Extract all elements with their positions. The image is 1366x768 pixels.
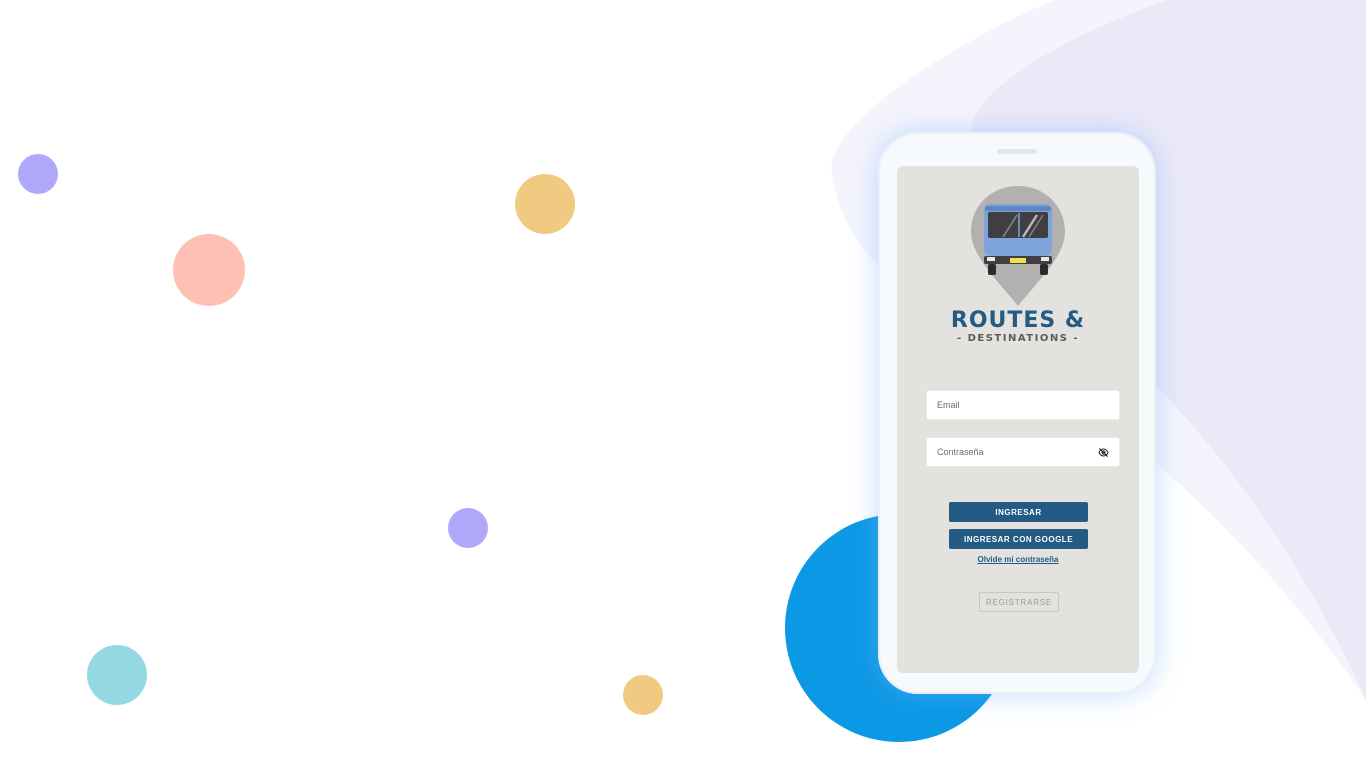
brand-title: ROUTES & <box>950 308 1086 333</box>
email-field[interactable] <box>927 391 1097 419</box>
yellow-dot <box>515 174 575 234</box>
purple-dot <box>18 154 58 194</box>
teal-dot <box>87 645 147 705</box>
phone-speaker <box>997 149 1037 154</box>
password-field-wrapper <box>927 438 1119 466</box>
email-field-wrapper <box>927 391 1119 419</box>
bus-location-pin-icon <box>971 186 1065 306</box>
register-button[interactable]: REGISTRARSE <box>979 592 1059 612</box>
background-waves <box>831 0 1366 700</box>
phone-mockup: ROUTES & - DESTINATIONS - INGRESAR INGRE… <box>878 132 1156 694</box>
purple-dot <box>448 508 488 548</box>
brand-subtitle: - DESTINATIONS - <box>956 333 1080 344</box>
eye-off-icon[interactable] <box>1098 447 1109 458</box>
yellow-dot <box>623 675 663 715</box>
salmon-dot <box>173 234 245 306</box>
landing-stage: ROUTES & - DESTINATIONS - INGRESAR INGRE… <box>0 0 1366 768</box>
password-field[interactable] <box>927 438 1097 466</box>
login-button[interactable]: INGRESAR <box>949 502 1088 522</box>
app-screen: ROUTES & - DESTINATIONS - INGRESAR INGRE… <box>897 166 1139 673</box>
forgot-password-link[interactable]: Olvide mi contraseña <box>897 555 1139 564</box>
google-login-button[interactable]: INGRESAR CON GOOGLE <box>949 529 1088 549</box>
